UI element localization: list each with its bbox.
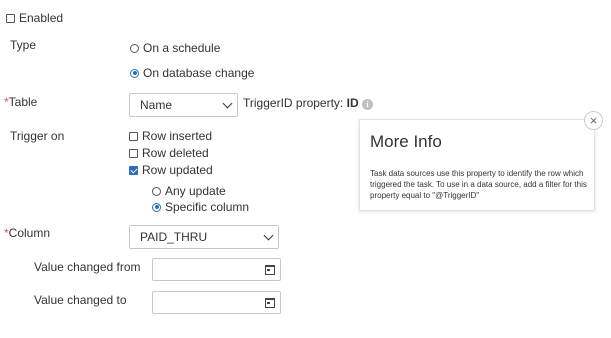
column-label: Column [8, 226, 51, 240]
row-deleted-checkbox[interactable]: Row deleted [129, 146, 209, 160]
value-changed-to-input[interactable] [152, 291, 281, 314]
calendar-icon[interactable] [265, 298, 275, 308]
trigger-id-prefix: TriggerID property: [243, 96, 344, 110]
info-icon[interactable]: i [362, 99, 373, 110]
specific-column-radio[interactable] [152, 202, 161, 212]
any-update-option[interactable]: Any update [152, 184, 226, 198]
any-update-radio[interactable] [152, 186, 161, 196]
trigger-id-value: ID [346, 96, 359, 110]
value-changed-from-input[interactable] [152, 258, 281, 281]
specific-column-option[interactable]: Specific column [152, 200, 249, 214]
type-label: Type [10, 38, 37, 52]
database-change-option-label: On database change [143, 66, 255, 80]
schedule-option-label: On a schedule [143, 41, 221, 55]
row-updated-label: Row updated [142, 163, 213, 177]
row-deleted-check-box[interactable] [129, 148, 138, 158]
trigger-id-info: TriggerID property: ID [243, 96, 359, 110]
specific-column-label: Specific column [165, 200, 250, 214]
table-label: Table [8, 95, 38, 109]
table-select-value: Name [140, 98, 173, 112]
row-updated-checkbox[interactable]: Row updated [129, 163, 213, 177]
close-icon[interactable]: × [584, 111, 603, 130]
enabled-label: Enabled [19, 11, 64, 25]
chevron-down-icon [222, 98, 233, 109]
type-option-schedule[interactable]: On a schedule [130, 41, 220, 55]
enabled-checkbox[interactable]: Enabled [6, 11, 63, 25]
schedule-radio[interactable] [130, 43, 139, 53]
column-select[interactable]: PAID_THRU [129, 225, 279, 249]
row-inserted-check-box[interactable] [129, 131, 138, 141]
value-changed-from-label: Value changed from [34, 260, 141, 274]
column-select-value: PAID_THRU [140, 230, 208, 244]
enabled-check-box[interactable] [6, 13, 15, 23]
popup-title: More Info [370, 132, 442, 151]
more-info-popup: More Info Task data sources use this pro… [359, 119, 595, 211]
type-option-database-change[interactable]: On database change [130, 66, 254, 80]
chevron-down-icon [263, 230, 274, 241]
column-field-label: *Column [4, 226, 50, 240]
row-inserted-checkbox[interactable]: Row inserted [129, 129, 212, 143]
calendar-icon[interactable] [265, 265, 275, 275]
row-updated-check-box[interactable] [129, 165, 138, 175]
table-field-label: *Table [4, 95, 37, 109]
popup-body: Task data sources use this property to i… [370, 169, 587, 200]
row-inserted-label: Row inserted [142, 129, 213, 143]
database-change-radio[interactable] [130, 68, 139, 78]
value-changed-to-label: Value changed to [34, 293, 127, 307]
table-select[interactable]: Name [129, 93, 238, 117]
row-deleted-label: Row deleted [142, 146, 209, 160]
trigger-on-label: Trigger on [10, 129, 65, 143]
any-update-label: Any update [165, 184, 226, 198]
